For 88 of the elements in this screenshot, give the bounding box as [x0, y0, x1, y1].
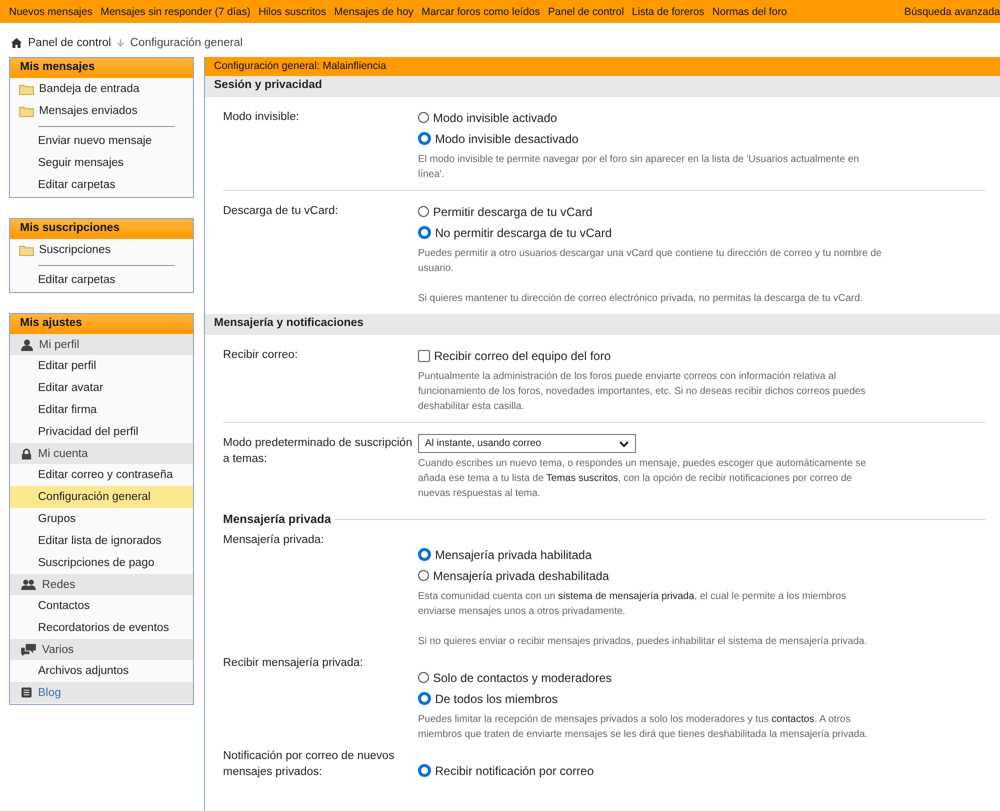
folder-icon — [19, 84, 34, 94]
nav-link[interactable]: Nuevos mensajes — [9, 6, 92, 18]
nav-link[interactable]: Lista de foreros — [632, 6, 704, 18]
nav-link[interactable]: Normas del foro — [712, 6, 787, 18]
radio-button[interactable] — [418, 548, 431, 561]
sidebar-link[interactable]: Editar firma — [10, 399, 193, 421]
sidebar-link[interactable]: Recordatorios de eventos — [10, 617, 193, 639]
radio-option[interactable]: Permitir descarga de tu vCard — [418, 201, 886, 222]
dropdown-select[interactable]: Al instante, usando correo — [418, 434, 636, 453]
section-header: Mensajería y notificaciones — [205, 314, 1000, 335]
help-text: Cuando escribes un nuevo tema, o respondes un mensaje, puedes escoger que automáticamente se añada ese tema a tu lista de Temas suscritos, con la opción de recibir notificaciones por correo de nuevas respuestas al tema. — [418, 457, 868, 501]
sidebar-link[interactable]: Editar avatar — [10, 377, 193, 399]
checkbox-option[interactable]: Recibir correo del equipo del foro — [418, 345, 886, 366]
help-text: Puntualmente la administración de los foros puede enviarte correos con información relativa al funcionamiento de los foros, novedades importantes, etc. Si no deseas recibir dichos correos puedes deshabilitar esta casilla. — [418, 370, 866, 414]
checkbox[interactable] — [418, 350, 430, 362]
setting-label: Modo predeterminado de suscripción a temas: — [223, 437, 412, 465]
help-text: Puedes permitir a otro usuarios descargar una vCard que contiene tu dirección de correo y tu nombre de usuario. — [418, 247, 883, 276]
folder-icon — [19, 244, 34, 256]
sidebar-link[interactable]: Suscripciones de pago — [10, 552, 193, 574]
sidebar-link[interactable]: Grupos — [10, 508, 193, 530]
radio-option[interactable]: Mensajería privada habilitada — [418, 544, 886, 565]
nav-link[interactable]: Hilos suscritos — [258, 6, 326, 18]
people-icon — [21, 579, 36, 590]
help-text: Si no quieres enviar o recibir mensajes privados, puedes inhabilitar el sistema de mensajería privada. — [418, 635, 868, 649]
chat-icon — [21, 644, 36, 656]
sidebar-link[interactable]: Editar lista de ignorados — [10, 530, 193, 552]
setting-label: Modo invisible: — [223, 111, 300, 123]
section-header: Mensajería privada — [223, 512, 332, 526]
sidebar-panel-title: Mis suscripciones — [10, 219, 193, 239]
separator-icon — [117, 38, 124, 48]
home-icon[interactable] — [11, 38, 22, 48]
setting-label: Recibir correo: — [223, 349, 298, 361]
radio-button[interactable] — [418, 672, 429, 683]
folder-icon — [19, 106, 34, 116]
radio-option[interactable]: Recibir notificación por correo — [418, 760, 886, 781]
sidebar-link[interactable]: Editar perfil — [10, 355, 193, 377]
section-header: Sesión y privacidad — [205, 76, 1000, 97]
help-text: Si quieres mantener tu dirección de correo electrónico privada, no permitas la descarga de tu vCard. — [418, 292, 864, 306]
sidebar-link[interactable]: Seguir mensajes — [10, 152, 193, 174]
sidebar-link[interactable]: Enviar nuevo mensaje — [10, 130, 193, 152]
sidebar-group-header[interactable]: Mi cuenta — [10, 443, 193, 464]
sidebar-folder-item[interactable]: Bandeja de entrada — [10, 78, 193, 100]
breadcrumb-link[interactable]: Panel de control — [28, 37, 112, 49]
panel-title: Configuración general: Malainfliencia — [205, 57, 1000, 76]
sidebar-panel-title: Mis mensajes — [10, 58, 193, 78]
person-icon — [21, 338, 33, 350]
nav-link[interactable]: Marcar foros como leídos — [422, 6, 540, 18]
chevron-down-icon — [619, 440, 629, 446]
sidebar-group-header[interactable]: Mi perfil — [10, 334, 193, 355]
sidebar-group-header[interactable]: Redes — [10, 574, 193, 595]
radio-option[interactable]: Modo invisible activado — [418, 107, 886, 128]
sidebar-link[interactable]: Editar correo y contraseña — [10, 464, 193, 486]
radio-button[interactable] — [418, 132, 431, 145]
lock-icon — [21, 448, 32, 460]
radio-option[interactable]: Modo invisible desactivado — [418, 128, 886, 149]
setting-label: Descarga de tu vCard: — [223, 205, 338, 217]
nav-link[interactable]: Panel de control — [548, 6, 624, 18]
sidebar-link[interactable]: Configuración general — [10, 486, 193, 508]
sidebar-folder-item[interactable]: Suscripciones — [10, 239, 193, 261]
help-text: Esta comunidad cuenta con un sistema de mensajería privada, el cual le permite a los miembros enviarse mensajes unos a otros privadamente. — [418, 590, 848, 619]
sidebar-link[interactable]: Editar carpetas — [10, 269, 193, 291]
radio-option[interactable]: Mensajería privada deshabilitada — [418, 565, 886, 586]
sidebar-panel-title: Mis ajustes — [10, 314, 193, 334]
radio-button[interactable] — [418, 570, 429, 581]
radio-button[interactable] — [418, 764, 431, 777]
setting-label: Recibir mensajería privada: — [223, 657, 363, 669]
radio-button[interactable] — [418, 226, 431, 239]
advanced-search-link[interactable]: Búsqueda avanzada — [904, 6, 1000, 18]
help-text: El modo invisible te permite navegar por el foro sin aparecer en la lista de 'Usuarios actualmente en línea'. — [418, 153, 860, 182]
nav-link[interactable]: Mensajes sin responder (7 días) — [100, 6, 250, 18]
setting-label: Notificación por correo de nuevos mensajes privados: — [223, 750, 394, 778]
radio-option[interactable]: No permitir descarga de tu vCard — [418, 222, 886, 243]
notebook-icon — [21, 687, 32, 698]
sidebar-link[interactable]: Editar carpetas — [10, 174, 193, 196]
help-text: Puedes limitar la recepción de mensajes privados a solo los moderadores y tus contactos. A otros miembros que traten de enviarte mensajes se les dirá que tienes deshabilitada la mensajería privada. — [418, 713, 869, 742]
radio-option[interactable]: Solo de contactos y moderadores — [418, 667, 886, 688]
sidebar-group-header[interactable]: Blog — [10, 682, 193, 703]
sidebar-link[interactable]: Privacidad del perfil — [10, 421, 193, 443]
sidebar-link[interactable]: Contactos — [10, 595, 193, 617]
sidebar-folder-item[interactable]: Mensajes enviados — [10, 100, 193, 122]
radio-option[interactable]: De todos los miembros — [418, 688, 886, 709]
radio-button[interactable] — [418, 692, 431, 705]
sidebar-link[interactable]: Archivos adjuntos — [10, 660, 193, 682]
radio-button[interactable] — [418, 112, 429, 123]
setting-label: Mensajería privada: — [223, 534, 324, 546]
radio-button[interactable] — [418, 206, 429, 217]
nav-link[interactable]: Mensajes de hoy — [334, 6, 414, 18]
sidebar-group-header[interactable]: Varios — [10, 639, 193, 660]
